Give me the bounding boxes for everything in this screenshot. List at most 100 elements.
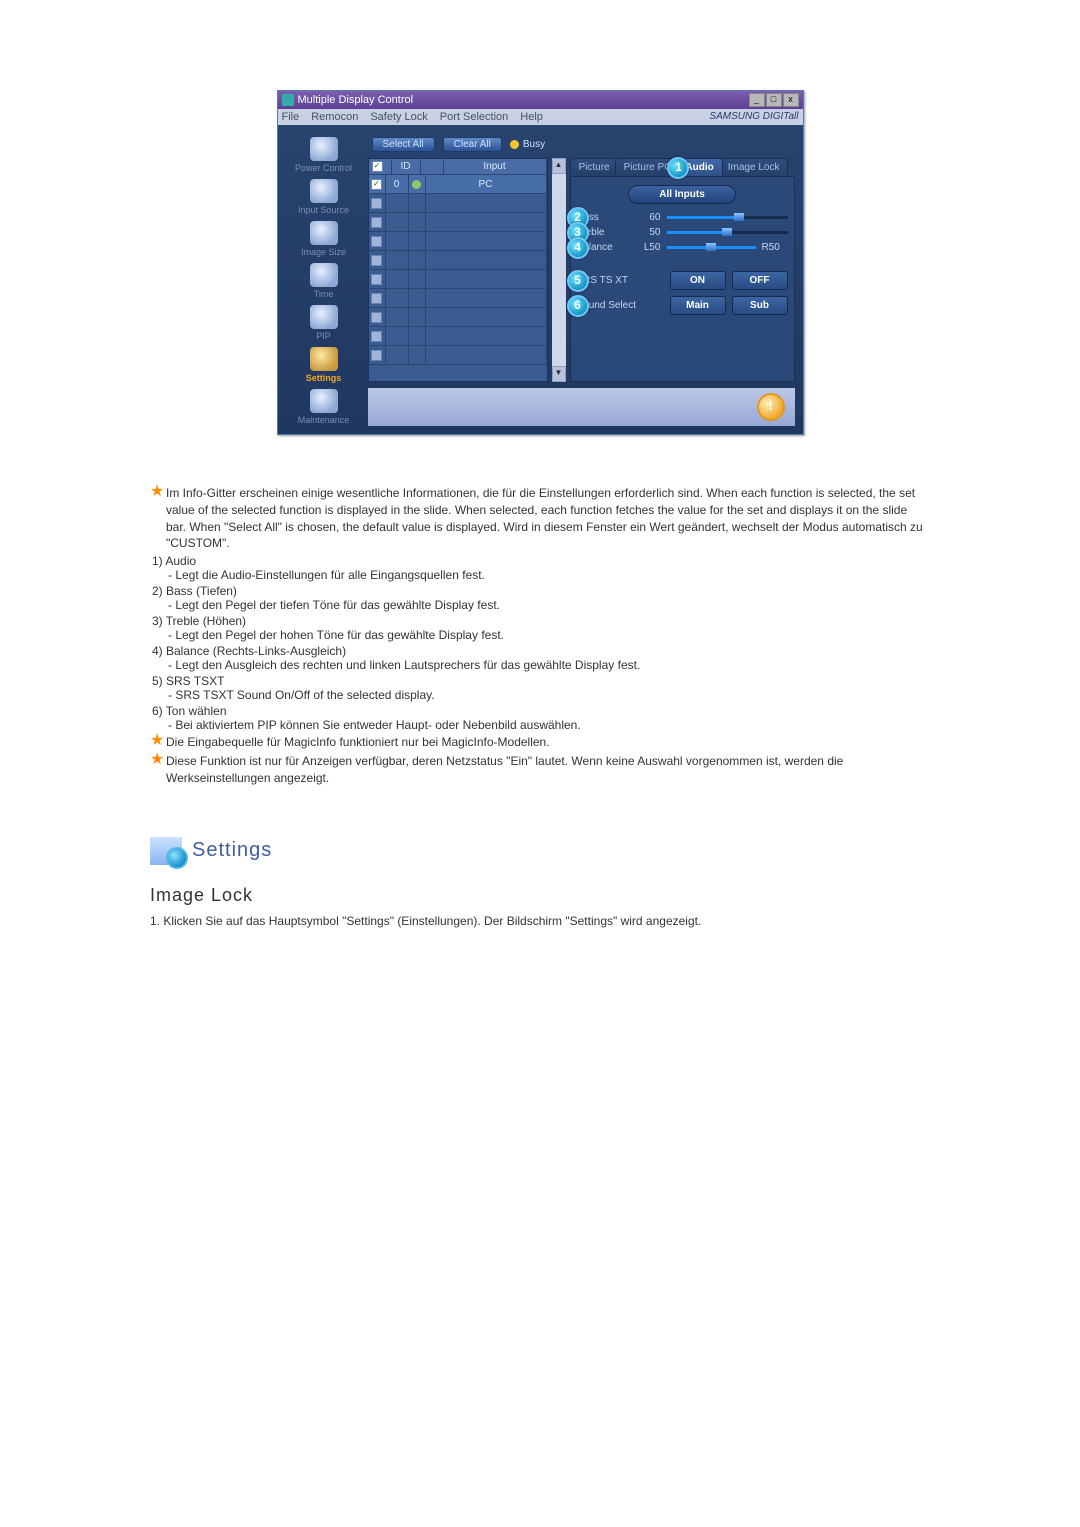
table-row[interactable]: 0 PC: [369, 175, 547, 194]
row-checkbox[interactable]: [371, 293, 382, 304]
status-bar: !: [368, 388, 795, 426]
row-input: [426, 194, 547, 212]
slider-thumb[interactable]: [734, 213, 744, 221]
sidebar-item-pip[interactable]: PIP: [286, 303, 362, 344]
row-checkbox[interactable]: [371, 331, 382, 342]
close-button[interactable]: x: [783, 93, 799, 107]
section-subhead: Image Lock: [150, 885, 930, 906]
header-checkbox[interactable]: [372, 161, 383, 172]
note-item: 6) Ton wählen- Bei aktiviertem PIP könne…: [152, 704, 930, 732]
row-checkbox[interactable]: [371, 179, 382, 190]
table-row[interactable]: [369, 251, 547, 270]
sidebar-item-maintenance[interactable]: Maintenance: [286, 387, 362, 428]
note-footer-2: Diese Funktion ist nur für Anzeigen verf…: [166, 753, 930, 787]
row-id: [386, 251, 409, 269]
row-id: 0: [386, 175, 409, 193]
maximize-button[interactable]: □: [766, 93, 782, 107]
table-row[interactable]: [369, 194, 547, 213]
busy-dot-icon: [510, 140, 519, 149]
menu-safety-lock[interactable]: Safety Lock: [370, 111, 427, 123]
slider-track[interactable]: [667, 246, 756, 249]
slider-thumb[interactable]: [722, 228, 732, 236]
row-id: [386, 194, 409, 212]
sidebar-item-power-control[interactable]: Power Control: [286, 135, 362, 176]
status-dot-icon: [412, 180, 421, 189]
sidebar-label: Time: [286, 289, 362, 299]
scroll-down-button[interactable]: ▼: [552, 366, 566, 382]
power-icon: [310, 137, 338, 161]
table-row[interactable]: [369, 346, 547, 365]
busy-label: Busy: [523, 139, 545, 150]
table-row[interactable]: [369, 232, 547, 251]
menu-port-selection[interactable]: Port Selection: [440, 111, 508, 123]
titlebar: Multiple Display Control _ □ x: [278, 91, 803, 109]
row-input: PC: [426, 175, 547, 193]
row-checkbox[interactable]: [371, 217, 382, 228]
sidebar-label: Power Control: [286, 163, 362, 173]
all-inputs-button[interactable]: All Inputs: [628, 185, 736, 204]
app-icon: [282, 94, 294, 106]
window-title: Multiple Display Control: [298, 94, 749, 106]
table-row[interactable]: [369, 308, 547, 327]
button-row-srs-ts-xt: 5SRS TS XTONOFF: [577, 271, 788, 290]
table-row[interactable]: [369, 327, 547, 346]
slider-track[interactable]: [667, 231, 788, 234]
row-checkbox[interactable]: [371, 236, 382, 247]
col-checkbox: [369, 159, 392, 174]
table-row[interactable]: [369, 289, 547, 308]
table-row[interactable]: [369, 213, 547, 232]
tab-image-lock[interactable]: Image Lock: [719, 158, 789, 176]
slider-value-right: R50: [762, 242, 788, 253]
sidebar-item-input-source[interactable]: Input Source: [286, 177, 362, 218]
row-checkbox[interactable]: [371, 350, 382, 361]
slider-bass[interactable]: 2Bass60: [577, 212, 788, 223]
note-item-heading: 3) Treble (Höhen): [152, 614, 930, 628]
scroll-up-button[interactable]: ▲: [552, 158, 566, 174]
row-checkbox[interactable]: [371, 198, 382, 209]
sidebar-label: Settings: [286, 373, 362, 383]
info-grid: ID Input 0PC: [368, 158, 548, 382]
select-all-button[interactable]: Select All: [372, 137, 435, 152]
slider-track[interactable]: [667, 216, 788, 219]
option-button[interactable]: OFF: [732, 271, 788, 290]
callout-marker: 6: [567, 295, 589, 317]
menu-help[interactable]: Help: [520, 111, 543, 123]
minimize-button[interactable]: _: [749, 93, 765, 107]
clear-all-button[interactable]: Clear All: [443, 137, 502, 152]
note-item-sub: - Bei aktiviertem PIP können Sie entwede…: [168, 718, 930, 732]
settings-section-icon: [150, 837, 182, 865]
row-input: [426, 327, 547, 345]
sidebar-item-image-size[interactable]: Image Size: [286, 219, 362, 260]
brand-label: SAMSUNG DIGITall: [709, 111, 798, 123]
sidebar-item-time[interactable]: Time: [286, 261, 362, 302]
grid-scrollbar[interactable]: ▲ ▼: [552, 158, 566, 382]
step-1: 1. Klicken Sie auf das Hauptsymbol "Sett…: [150, 914, 930, 928]
slider-thumb[interactable]: [706, 243, 716, 251]
slider-treble[interactable]: 3Treble50: [577, 227, 788, 238]
option-button[interactable]: Main: [670, 296, 726, 315]
sidebar-label: Maintenance: [286, 415, 362, 425]
menubar: File Remocon Safety Lock Port Selection …: [278, 109, 803, 125]
time-icon: [310, 263, 338, 287]
option-button[interactable]: ON: [670, 271, 726, 290]
menu-remocon[interactable]: Remocon: [311, 111, 358, 123]
app-window: Multiple Display Control _ □ x File Remo…: [277, 90, 804, 435]
option-button[interactable]: Sub: [732, 296, 788, 315]
tab-audio[interactable]: 1 Audio: [676, 158, 722, 176]
source-icon: [310, 179, 338, 203]
sidebar-item-settings[interactable]: Settings: [286, 345, 362, 386]
slider-balance[interactable]: 4BalanceL50R50: [577, 242, 788, 253]
sidebar-label: PIP: [286, 331, 362, 341]
table-row[interactable]: [369, 270, 547, 289]
row-checkbox[interactable]: [371, 255, 382, 266]
row-checkbox[interactable]: [371, 312, 382, 323]
sidebar-label: Input Source: [286, 205, 362, 215]
row-checkbox[interactable]: [371, 274, 382, 285]
note-item: 3) Treble (Höhen)- Legt den Pegel der ho…: [152, 614, 930, 642]
row-id: [386, 213, 409, 231]
menu-file[interactable]: File: [282, 111, 300, 123]
row-id: [386, 289, 409, 307]
tab-picture[interactable]: Picture: [570, 158, 619, 176]
note-item-heading: 5) SRS TSXT: [152, 674, 930, 688]
slider-value: 50: [633, 227, 661, 238]
